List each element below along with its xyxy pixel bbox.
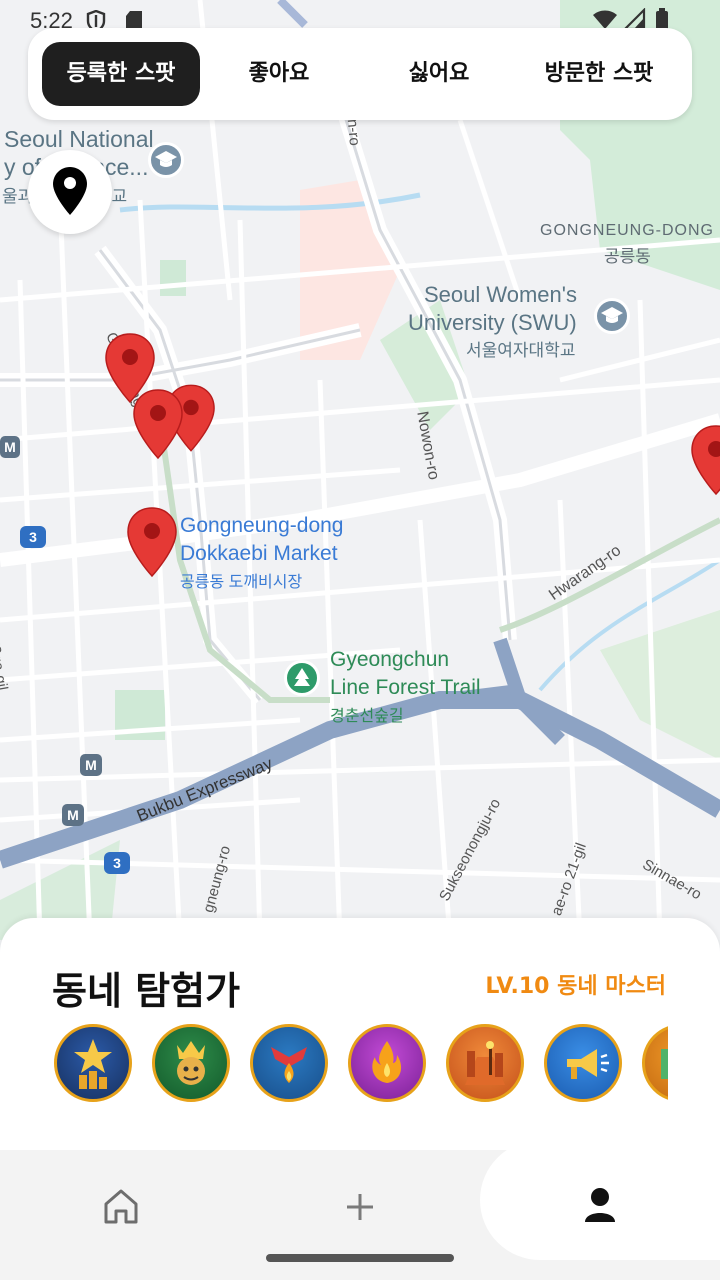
school-icon[interactable] <box>594 298 630 334</box>
map-badge-icon[interactable] <box>642 1024 668 1102</box>
wifi-icon <box>593 10 617 29</box>
fire-badge-icon[interactable] <box>348 1024 426 1102</box>
person-icon <box>585 1188 615 1222</box>
explorer-badge-icon[interactable] <box>250 1024 328 1102</box>
gesture-home-bar[interactable] <box>266 1254 454 1262</box>
map-label-gongneung-dong-ko: 공릉동 <box>604 247 651 266</box>
metro-icon[interactable]: M <box>62 804 84 826</box>
route-shield: 3 <box>104 852 130 874</box>
metro-icon[interactable]: M <box>80 754 102 776</box>
tab-liked[interactable]: 좋아요 <box>208 42 350 106</box>
metro-icon[interactable]: M <box>0 436 20 458</box>
spot-pin[interactable] <box>132 388 184 460</box>
map-label-swu-2: University (SWU) <box>408 310 577 335</box>
map-view[interactable]: Seoul National y of Science... 울과학기술대학교 … <box>0 0 720 940</box>
alley-badge-icon[interactable] <box>446 1024 524 1102</box>
map-label-swu-ko: 서울여자대학교 <box>466 341 576 360</box>
tree-icon[interactable] <box>284 660 320 696</box>
nav-home-button[interactable] <box>96 1182 146 1232</box>
tab-registered-spots[interactable]: 등록한 스팟 <box>42 42 200 106</box>
plus-icon <box>347 1194 373 1220</box>
nav-profile-button[interactable] <box>576 1180 626 1230</box>
map-label-gongneung-dong: GONGNEUNG-DONG <box>540 222 714 239</box>
sheet-title: 동네 탐험가 <box>52 969 241 1013</box>
spot-filter-tabs: 등록한 스팟 좋아요 싫어요 방문한 스팟 <box>28 28 692 120</box>
megaphone-badge-icon[interactable] <box>544 1024 622 1102</box>
home-icon <box>104 1189 138 1224</box>
spot-pin[interactable] <box>690 424 720 496</box>
route-shield: 3 <box>20 526 46 548</box>
map-label-dokkaebi[interactable]: Gongneung-dong <box>180 514 343 538</box>
star-city-badge-icon[interactable] <box>54 1024 132 1102</box>
level-label[interactable]: LV.10 동네 마스터 <box>485 968 666 1000</box>
location-pin-icon <box>53 167 87 215</box>
map-label-trail-2[interactable]: Line Forest Trail <box>330 676 481 700</box>
nav-add-button[interactable] <box>335 1182 385 1232</box>
my-location-button[interactable] <box>28 150 112 234</box>
school-icon[interactable] <box>148 142 184 178</box>
map-label-swu: Seoul Women's <box>424 282 577 307</box>
king-badge-icon[interactable] <box>152 1024 230 1102</box>
map-label-trail[interactable]: Gyeongchun <box>330 648 449 672</box>
tab-disliked[interactable]: 싫어요 <box>368 42 510 106</box>
map-label-dokkaebi-ko[interactable]: 공릉동 도깨비시장 <box>180 568 302 592</box>
map-label-snu: Seoul National <box>4 126 154 152</box>
tab-visited-spots[interactable]: 방문한 스팟 <box>520 42 678 106</box>
spot-pin[interactable] <box>126 506 178 578</box>
map-label-dokkaebi-2[interactable]: Dokkaebi Market <box>180 542 338 566</box>
badge-list[interactable] <box>54 1024 668 1108</box>
signal-icon <box>622 8 646 30</box>
map-label-trail-ko[interactable]: 경춘선숲길 <box>330 702 404 726</box>
